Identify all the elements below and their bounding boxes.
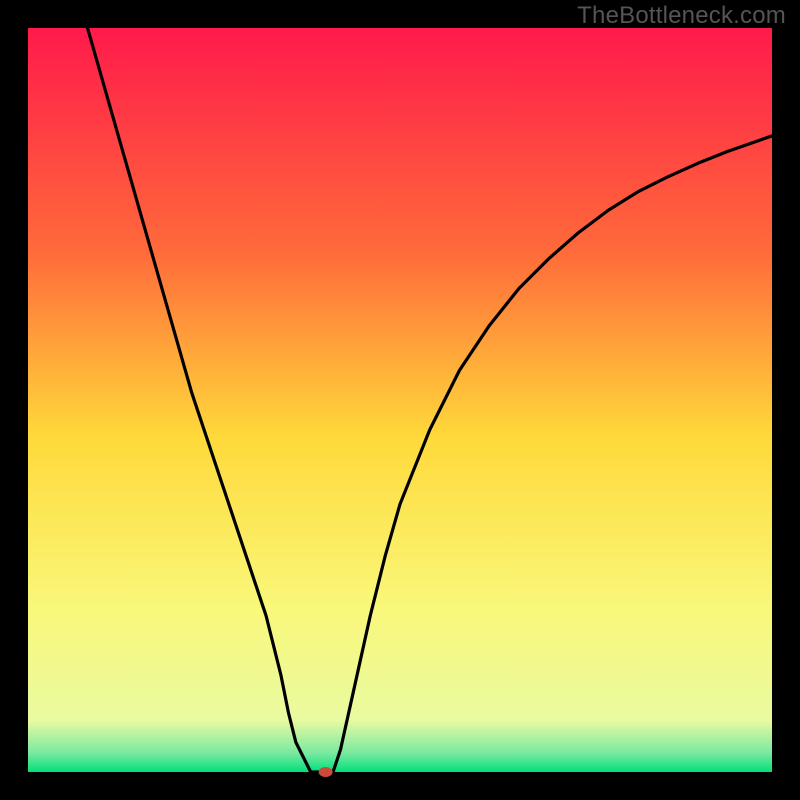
chart-svg <box>0 0 800 800</box>
plot-background <box>28 28 772 772</box>
watermark-text: TheBottleneck.com <box>577 2 786 30</box>
chart-container: TheBottleneck.com <box>0 0 800 800</box>
optimal-marker <box>319 767 333 777</box>
